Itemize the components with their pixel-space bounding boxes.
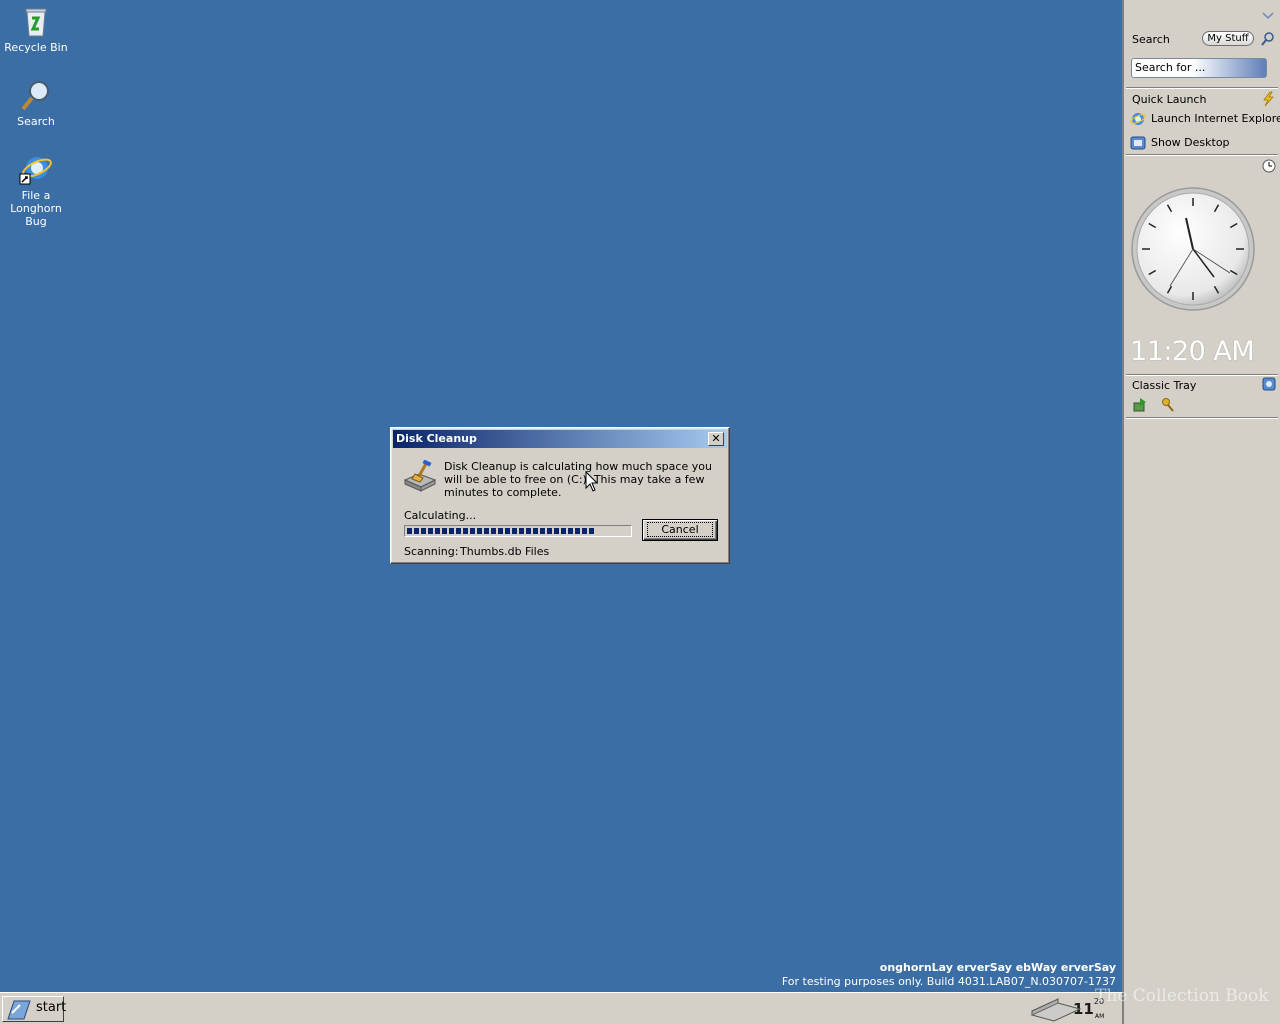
quick-launch-label: Launch Internet Explore bbox=[1151, 112, 1280, 125]
status-label: Calculating... bbox=[404, 509, 477, 522]
quick-launch-label: Show Desktop bbox=[1151, 136, 1230, 149]
progress-fill bbox=[407, 528, 596, 534]
internet-explorer-icon bbox=[1130, 113, 1146, 125]
search-input[interactable]: Search for ... bbox=[1131, 58, 1267, 78]
divider bbox=[1126, 87, 1278, 89]
start-label: start bbox=[36, 1000, 67, 1015]
lightning-icon[interactable] bbox=[1260, 91, 1276, 107]
build-watermark-line1: onghornLay erverSay ebWay erverSay bbox=[879, 961, 1116, 974]
digital-clock-time: 11:20 AM bbox=[1130, 336, 1255, 367]
divider bbox=[1126, 374, 1278, 376]
quick-launch-title: Quick Launch bbox=[1132, 93, 1207, 106]
clock-options-icon[interactable] bbox=[1262, 159, 1276, 173]
search-icon[interactable] bbox=[1260, 31, 1276, 47]
desktop-icon-search[interactable]: Search bbox=[0, 78, 72, 128]
security-keys-tray-icon[interactable] bbox=[1160, 397, 1176, 413]
close-button[interactable]: ✕ bbox=[708, 432, 724, 446]
search-tile-title: Search bbox=[1132, 33, 1170, 46]
desktop-icon-label: File a Longhorn Bug bbox=[10, 189, 62, 228]
scanning-value: Thumbs.db Files bbox=[460, 545, 550, 558]
progress-bar bbox=[404, 525, 632, 537]
taskbar: start 1120 AM bbox=[0, 992, 1122, 1024]
book-watermark-icon bbox=[1030, 998, 1082, 1022]
dialog-title: Disk Cleanup bbox=[396, 432, 477, 445]
mouse-cursor-icon bbox=[585, 471, 599, 492]
chevron-down-icon[interactable] bbox=[1262, 12, 1274, 20]
divider bbox=[1126, 417, 1278, 419]
divider bbox=[1126, 154, 1278, 156]
disk-cleanup-icon bbox=[403, 459, 437, 492]
recycle-bin-icon bbox=[19, 4, 53, 38]
quick-launch-item-ie[interactable]: Launch Internet Explore bbox=[1130, 111, 1280, 127]
my-stuff-button[interactable]: My Stuff bbox=[1202, 31, 1254, 46]
collection-book-watermark: The Collection Book bbox=[1095, 986, 1269, 1006]
search-icon bbox=[19, 78, 53, 112]
network-tray-icon[interactable] bbox=[1132, 397, 1148, 413]
dialog-titlebar[interactable]: Disk Cleanup ✕ bbox=[393, 430, 727, 448]
desktop-icon-label: Recycle Bin bbox=[4, 41, 68, 54]
desktop-icon-file-bug[interactable]: File a Longhorn Bug bbox=[0, 152, 72, 228]
desktop-icon-recycle-bin[interactable]: Recycle Bin bbox=[0, 4, 72, 54]
classic-tray-title: Classic Tray bbox=[1132, 379, 1197, 392]
windows-flag-icon bbox=[7, 1000, 31, 1020]
dialog-message: Disk Cleanup is calculating how much spa… bbox=[444, 460, 712, 499]
scanning-label: Scanning: bbox=[404, 545, 459, 558]
cancel-label: Cancel bbox=[647, 522, 713, 537]
sidebar: Search My Stuff Search for ... Quick Lau… bbox=[1122, 0, 1280, 1024]
desktop-icon-label: Search bbox=[17, 115, 55, 128]
quick-launch-item-show-desktop[interactable]: Show Desktop bbox=[1130, 135, 1230, 151]
taskbar-clock-ampm: AM bbox=[1095, 1013, 1105, 1020]
cancel-button[interactable]: Cancel bbox=[642, 519, 718, 541]
start-button[interactable]: start bbox=[2, 996, 67, 1022]
analog-clock bbox=[1131, 187, 1255, 311]
internet-explorer-icon bbox=[19, 152, 53, 186]
show-desktop-icon bbox=[1130, 136, 1146, 150]
close-icon: ✕ bbox=[711, 432, 721, 445]
disk-cleanup-dialog: Disk Cleanup ✕ Disk Cleanup is calculati… bbox=[390, 427, 730, 564]
tray-options-icon[interactable] bbox=[1262, 377, 1276, 391]
